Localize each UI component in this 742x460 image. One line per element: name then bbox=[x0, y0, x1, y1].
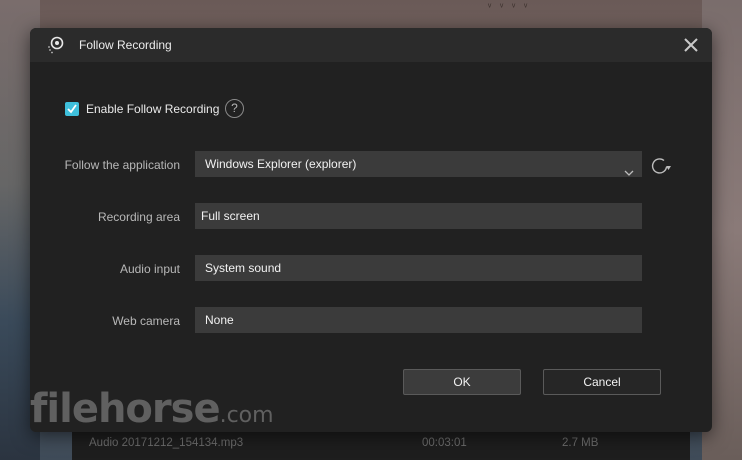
chevron-down-icon bbox=[624, 160, 634, 186]
web-camera-label: Web camera bbox=[112, 314, 180, 328]
refresh-icon[interactable] bbox=[650, 156, 672, 176]
record-camera-icon bbox=[46, 35, 66, 55]
enable-follow-recording-checkbox[interactable] bbox=[65, 102, 79, 116]
recording-area-label: Recording area bbox=[97, 210, 180, 224]
audio-input-field[interactable]: System sound bbox=[195, 255, 642, 281]
dialog-titlebar: Follow Recording bbox=[30, 28, 712, 62]
dialog-title: Follow Recording bbox=[79, 38, 172, 52]
watermark-brand: filehorse bbox=[30, 386, 221, 432]
background-file-name: Audio 20171212_154134.mp3 bbox=[89, 437, 244, 449]
recording-area-field[interactable]: Full screen bbox=[195, 203, 642, 229]
audio-input-value: System sound bbox=[205, 261, 282, 275]
application-label: Follow the application bbox=[64, 158, 180, 172]
background-file-size: 2.7 MB bbox=[562, 437, 599, 449]
help-icon[interactable]: ? bbox=[225, 99, 244, 118]
background-file-duration: 00:03:01 bbox=[422, 437, 467, 449]
filehorse-watermark: filehorse.com bbox=[30, 386, 274, 432]
application-select[interactable]: Windows Explorer (explorer) bbox=[195, 151, 642, 177]
application-value: Windows Explorer (explorer) bbox=[205, 157, 357, 171]
close-icon[interactable] bbox=[680, 34, 702, 56]
web-camera-field[interactable]: None bbox=[195, 307, 642, 333]
enable-follow-recording-label: Enable Follow Recording bbox=[86, 102, 220, 116]
recording-area-value: Full screen bbox=[201, 209, 260, 223]
audio-input-label: Audio input bbox=[119, 262, 180, 276]
follow-recording-dialog: Follow Recording Enable Follow Recording… bbox=[30, 28, 712, 432]
enable-follow-recording-row: Enable Follow Recording bbox=[65, 100, 219, 118]
ok-button[interactable]: OK bbox=[403, 369, 521, 395]
background-birds: ᵛ ᵛ ᵛ ᵛ bbox=[488, 2, 531, 13]
watermark-suffix: .com bbox=[219, 403, 274, 428]
web-camera-value: None bbox=[205, 313, 234, 327]
cancel-button[interactable]: Cancel bbox=[543, 369, 661, 395]
